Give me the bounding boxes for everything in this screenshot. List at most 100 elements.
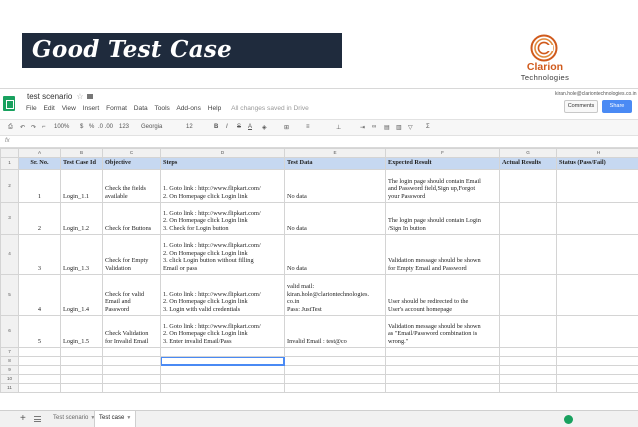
header-cell-sr-no[interactable]: Sr. No. — [18, 156, 61, 170]
header-cell-expected-result[interactable]: Expected Result — [385, 156, 500, 170]
cell-status[interactable] — [556, 273, 638, 316]
cell-expected-result[interactable]: User should be redirected to the User's a… — [385, 273, 500, 316]
folder-icon[interactable] — [86, 94, 93, 100]
valign-icon[interactable]: ⊥ — [336, 124, 341, 131]
sheets-logo-icon[interactable] — [3, 96, 15, 111]
cell-actual-results[interactable] — [499, 314, 557, 348]
header-cell-test-data[interactable]: Test Data — [284, 156, 386, 170]
print-icon[interactable]: ⎙ — [8, 124, 13, 131]
percent-button[interactable]: % — [89, 124, 94, 130]
empty-cell[interactable] — [556, 346, 638, 357]
comment-icon[interactable]: ▤ — [384, 124, 390, 131]
sheet-tab-test-case[interactable]: Test case ▼ — [94, 411, 137, 427]
document-title-text[interactable]: test scenario — [27, 92, 72, 101]
cell-steps[interactable]: 1. Goto link : http://www.flipkart.com/2… — [160, 201, 285, 235]
empty-cell[interactable] — [499, 373, 557, 384]
select-all-corner[interactable] — [0, 148, 19, 158]
empty-cell[interactable] — [18, 346, 61, 357]
cell-test-case-id[interactable]: Login_1.1 — [60, 168, 103, 203]
text-color-button[interactable]: A — [248, 124, 252, 130]
empty-cell[interactable] — [102, 355, 161, 366]
empty-cell[interactable] — [102, 373, 161, 384]
empty-cell[interactable] — [385, 346, 500, 357]
cell-expected-result[interactable]: The login page should contain Email and P… — [385, 168, 500, 203]
bold-button[interactable]: B — [214, 124, 218, 130]
star-icon[interactable]: ☆ — [76, 92, 83, 101]
cell-actual-results[interactable] — [499, 273, 557, 316]
menu-format[interactable]: Format — [106, 105, 127, 112]
formula-bar[interactable]: fx — [0, 136, 638, 148]
column-header-f[interactable]: F — [385, 148, 500, 158]
chevron-down-icon[interactable]: ▼ — [126, 415, 131, 421]
empty-cell[interactable] — [556, 373, 638, 384]
row-number[interactable]: 9 — [0, 364, 19, 375]
selected-cell[interactable] — [160, 355, 285, 366]
empty-cell[interactable] — [385, 373, 500, 384]
cell-sr-no[interactable]: 3 — [18, 233, 61, 275]
chart-icon[interactable]: ▥ — [396, 124, 402, 131]
empty-cell[interactable] — [556, 382, 638, 393]
cell-test-data[interactable]: No data — [284, 201, 386, 235]
empty-cell[interactable] — [499, 382, 557, 393]
font-size-select[interactable]: 12 — [186, 124, 193, 130]
cell-test-data[interactable]: valid mail: kiran.hole@clariontechnologie… — [284, 273, 386, 316]
menu-file[interactable]: File — [26, 105, 37, 112]
menu-tools[interactable]: Tools — [154, 105, 169, 112]
header-cell-test-case-id[interactable]: Test Case Id — [60, 156, 103, 170]
empty-cell[interactable] — [60, 373, 103, 384]
cell-actual-results[interactable] — [499, 168, 557, 203]
cell-objective[interactable]: Check Validation for Invalid Email — [102, 314, 161, 348]
empty-cell[interactable] — [556, 364, 638, 375]
document-title[interactable]: test scenario ☆ — [27, 92, 93, 101]
paint-format-icon[interactable]: ⌐ — [42, 124, 46, 130]
currency-button[interactable]: $ — [80, 124, 83, 130]
cell-test-data[interactable]: No data — [284, 233, 386, 275]
cell-steps[interactable]: 1. Goto link : http://www.flipkart.com/2… — [160, 314, 285, 348]
cell-test-case-id[interactable]: Login_1.5 — [60, 314, 103, 348]
cell-actual-results[interactable] — [499, 201, 557, 235]
wrap-text-icon[interactable]: ⇥ — [360, 124, 365, 131]
header-cell-actual-results[interactable]: Actual Results — [499, 156, 557, 170]
empty-cell[interactable] — [556, 355, 638, 366]
explore-icon[interactable] — [564, 415, 573, 424]
cell-test-case-id[interactable]: Login_1.3 — [60, 233, 103, 275]
cell-status[interactable] — [556, 233, 638, 275]
cell-status[interactable] — [556, 314, 638, 348]
align-left-icon[interactable]: ≡ — [306, 124, 310, 130]
column-header-e[interactable]: E — [284, 148, 386, 158]
empty-cell[interactable] — [284, 346, 386, 357]
empty-cell[interactable] — [160, 364, 285, 375]
zoom-select[interactable]: 100% — [54, 124, 69, 130]
empty-cell[interactable] — [160, 346, 285, 357]
menu-insert[interactable]: Insert — [83, 105, 100, 112]
font-select[interactable]: Georgia — [141, 124, 162, 130]
empty-cell[interactable] — [18, 382, 61, 393]
empty-cell[interactable] — [102, 346, 161, 357]
cell-sr-no[interactable]: 5 — [18, 314, 61, 348]
empty-cell[interactable] — [284, 355, 386, 366]
empty-cell[interactable] — [18, 373, 61, 384]
cell-test-case-id[interactable]: Login_1.2 — [60, 201, 103, 235]
row-number[interactable]: 6 — [0, 314, 19, 348]
cell-sr-no[interactable]: 4 — [18, 273, 61, 316]
cell-steps[interactable]: 1. Goto link : http://www.flipkart.com/2… — [160, 273, 285, 316]
cell-sr-no[interactable]: 1 — [18, 168, 61, 203]
cell-test-data[interactable]: Invalid Email : test@co — [284, 314, 386, 348]
column-header-a[interactable]: A — [18, 148, 61, 158]
empty-cell[interactable] — [102, 382, 161, 393]
cell-expected-result[interactable]: Validation message should be shown for Em… — [385, 233, 500, 275]
empty-cell[interactable] — [60, 382, 103, 393]
cell-expected-result[interactable]: Validation message should be shown as "Em… — [385, 314, 500, 348]
empty-cell[interactable] — [284, 382, 386, 393]
share-button[interactable]: Share — [602, 100, 632, 113]
add-sheet-icon[interactable]: + — [20, 413, 26, 424]
cell-status[interactable] — [556, 201, 638, 235]
row-number[interactable]: 5 — [0, 273, 19, 316]
row-number[interactable]: 1 — [0, 156, 19, 170]
row-number[interactable]: 2 — [0, 168, 19, 203]
row-number[interactable]: 8 — [0, 355, 19, 366]
row-number[interactable]: 11 — [0, 382, 19, 393]
all-sheets-icon[interactable] — [34, 416, 41, 422]
undo-icon[interactable]: ↶ — [20, 124, 25, 131]
cell-expected-result[interactable]: The login page should contain Login/Sign… — [385, 201, 500, 235]
